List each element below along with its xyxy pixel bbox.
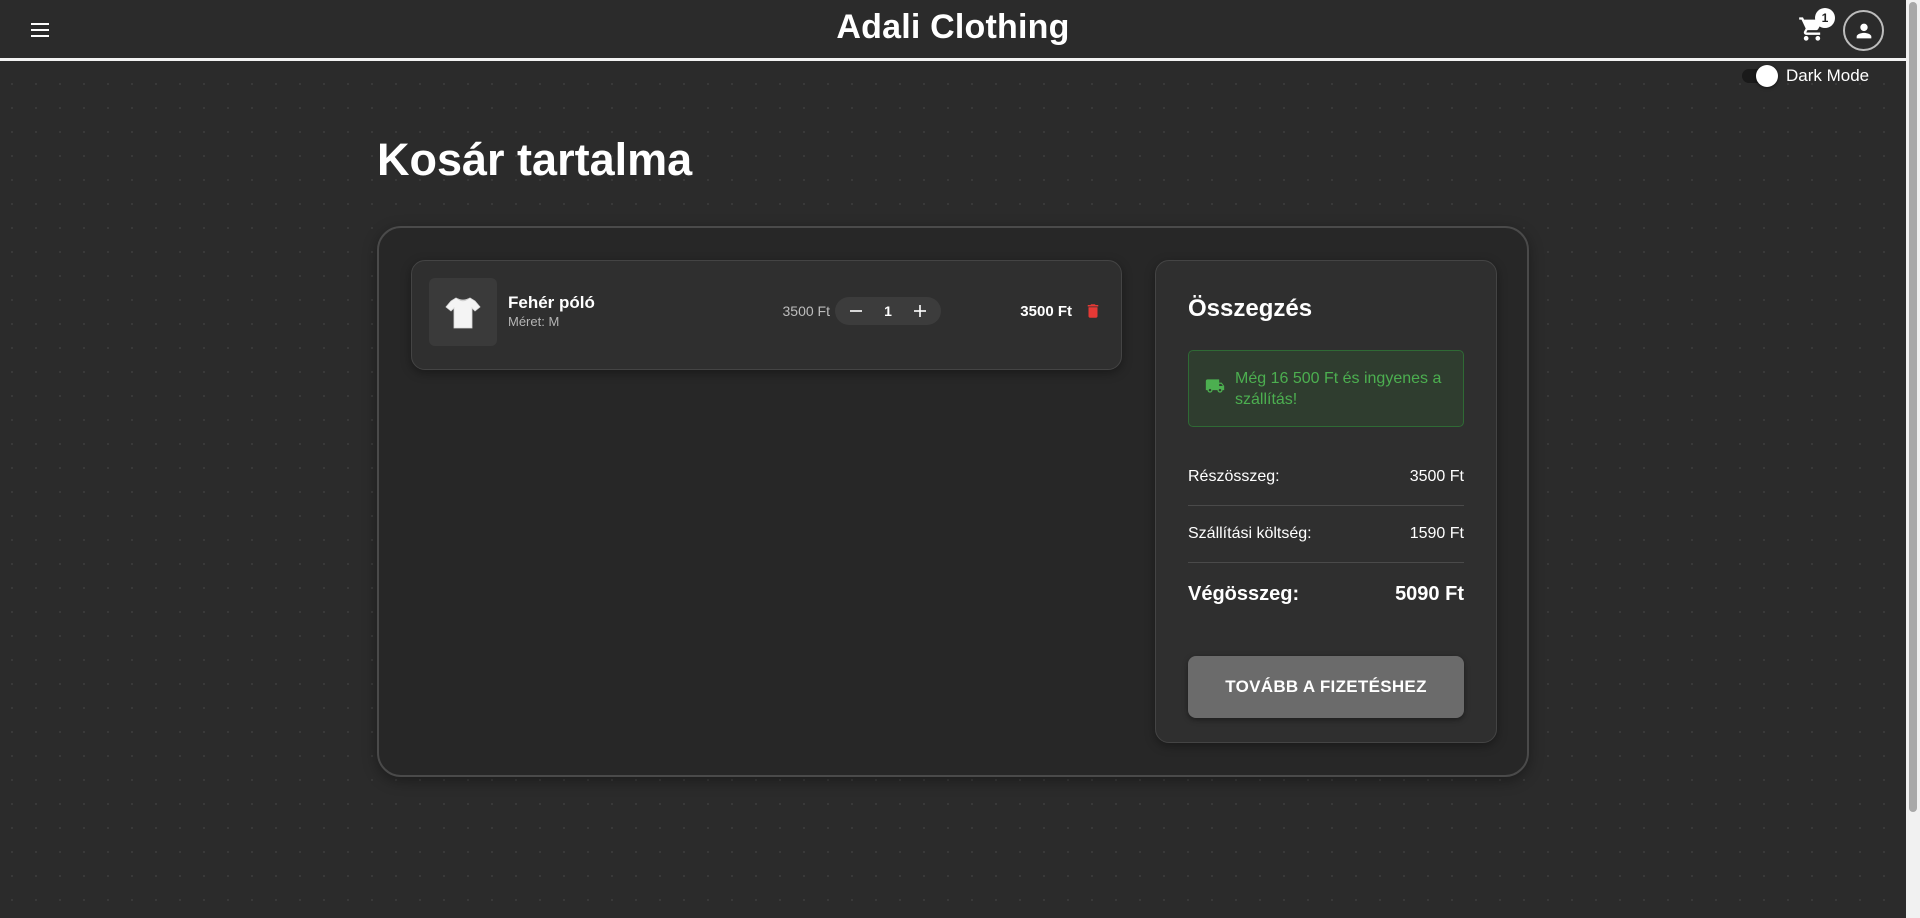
truck-icon: [1205, 376, 1225, 402]
shipping-note-text: Még 16 500 Ft és ingyenes a szállítás!: [1235, 369, 1442, 408]
summary-title: Összegzés: [1188, 295, 1313, 322]
brand-title[interactable]: Adali Clothing: [0, 8, 1906, 47]
trash-icon[interactable]: [1084, 301, 1102, 321]
order-summary: Összegzés Még 16 500 Ft és ingyenes a sz…: [1155, 260, 1497, 743]
item-size: Méret: M: [508, 314, 560, 329]
checkout-button[interactable]: TOVÁBB A FIZETÉSHEZ: [1188, 656, 1464, 718]
cart-item: Fehér póló Méret: M 3500 Ft 1 3500 Ft: [411, 260, 1122, 370]
toggle-switch[interactable]: [1742, 65, 1778, 87]
account-icon[interactable]: [1843, 10, 1884, 51]
t-shirt-icon[interactable]: [429, 278, 497, 346]
subtotal-label: Részösszeg:: [1188, 468, 1280, 485]
subtotal-row: Részösszeg: 3500 Ft: [1188, 468, 1464, 486]
cart-count-badge: 1: [1815, 8, 1835, 28]
shipping-label: Szállítási költség:: [1188, 525, 1312, 542]
page-title: Kosár tartalma: [377, 134, 693, 185]
divider: [1188, 562, 1464, 563]
item-name[interactable]: Fehér póló: [508, 293, 595, 313]
page-scrollbar[interactable]: [1906, 0, 1920, 918]
plus-icon[interactable]: [911, 302, 929, 320]
shipping-value: 1590 Ft: [1409, 525, 1464, 542]
free-shipping-note: Még 16 500 Ft és ingyenes a szállítás!: [1188, 350, 1464, 427]
subtotal-value: 3500 Ft: [1409, 468, 1464, 485]
toggle-knob: [1756, 65, 1778, 87]
item-line-total: 3500 Ft: [1020, 303, 1072, 320]
dark-mode-toggle[interactable]: Dark Mode: [1742, 65, 1870, 87]
dark-mode-label: Dark Mode: [1786, 66, 1870, 85]
quantity-stepper: 1: [835, 297, 941, 325]
total-row: Végösszeg: 5090 Ft: [1188, 583, 1464, 606]
minus-icon[interactable]: [847, 302, 865, 320]
divider: [1188, 505, 1464, 506]
total-label: Végösszeg:: [1188, 583, 1300, 605]
app-header: Adali Clothing 1: [0, 0, 1906, 61]
scrollbar-thumb[interactable]: [1909, 2, 1917, 812]
total-value: 5090 Ft: [1395, 583, 1464, 605]
item-unit-price: 3500 Ft: [782, 303, 830, 319]
quantity-value: 1: [884, 303, 892, 319]
shipping-row: Szállítási költség: 1590 Ft: [1188, 525, 1464, 543]
